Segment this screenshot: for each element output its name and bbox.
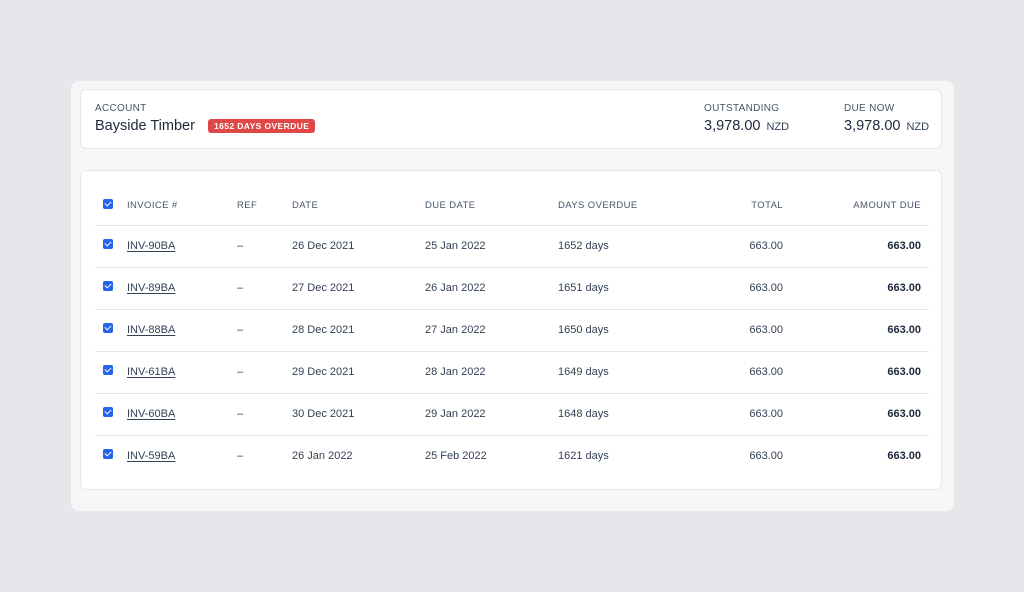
- ref-cell: –: [237, 240, 244, 252]
- table-row[interactable]: INV-90BA – 26 Dec 2021 25 Jan 2022 1652 …: [95, 226, 929, 268]
- invoice-link[interactable]: INV-61BA: [127, 366, 175, 378]
- days-overdue-cell: 1621 days: [558, 450, 609, 462]
- total-cell: 663.00: [749, 366, 783, 378]
- due-date-cell: 25 Jan 2022: [425, 240, 486, 252]
- days-overdue-cell: 1651 days: [558, 282, 609, 294]
- amount-due-cell: 663.00: [887, 450, 921, 462]
- due-date-cell: 26 Jan 2022: [425, 282, 486, 294]
- date-cell: 29 Dec 2021: [292, 366, 355, 378]
- date-cell: 27 Dec 2021: [292, 282, 355, 294]
- table-row[interactable]: INV-60BA – 30 Dec 2021 29 Jan 2022 1648 …: [95, 394, 929, 436]
- days-overdue-cell: 1652 days: [558, 240, 609, 252]
- invoice-link[interactable]: INV-60BA: [127, 408, 175, 420]
- due-now-label: DUE NOW: [844, 103, 895, 114]
- account-label: ACCOUNT: [95, 103, 147, 114]
- header-invoice[interactable]: INVOICE #: [127, 200, 178, 211]
- amount-due-cell: 663.00: [887, 366, 921, 378]
- invoice-panel: ACCOUNT Bayside Timber 1652 DAYS OVERDUE…: [71, 81, 954, 511]
- date-cell: 30 Dec 2021: [292, 408, 355, 420]
- table-row[interactable]: INV-59BA – 26 Jan 2022 25 Feb 2022 1621 …: [95, 436, 929, 478]
- due-date-cell: 25 Feb 2022: [425, 450, 487, 462]
- outstanding-label: OUTSTANDING: [704, 103, 780, 114]
- date-cell: 26 Dec 2021: [292, 240, 355, 252]
- amount-due-cell: 663.00: [887, 408, 921, 420]
- header-amount-due[interactable]: AMOUNT DUE: [853, 200, 921, 211]
- account-summary-card: ACCOUNT Bayside Timber 1652 DAYS OVERDUE…: [80, 89, 942, 149]
- invoice-link[interactable]: INV-88BA: [127, 324, 175, 336]
- date-cell: 28 Dec 2021: [292, 324, 355, 336]
- header-days-overdue[interactable]: DAYS OVERDUE: [558, 200, 638, 211]
- days-overdue-cell: 1650 days: [558, 324, 609, 336]
- due-now-value: 3,978.00: [844, 118, 901, 134]
- ref-cell: –: [237, 282, 244, 294]
- select-all-checkbox[interactable]: [103, 199, 113, 209]
- amount-due-cell: 663.00: [887, 324, 921, 336]
- table-row[interactable]: INV-89BA – 27 Dec 2021 26 Jan 2022 1651 …: [95, 268, 929, 310]
- row-checkbox[interactable]: [103, 281, 113, 291]
- row-checkbox[interactable]: [103, 365, 113, 375]
- due-date-cell: 29 Jan 2022: [425, 408, 486, 420]
- account-name: Bayside Timber: [95, 118, 195, 134]
- outstanding-amount: 3,978.00 NZD: [704, 118, 789, 134]
- due-date-cell: 27 Jan 2022: [425, 324, 486, 336]
- due-now-currency: NZD: [906, 121, 930, 133]
- ref-cell: –: [237, 366, 244, 378]
- invoice-link[interactable]: INV-59BA: [127, 450, 175, 462]
- date-cell: 26 Jan 2022: [292, 450, 353, 462]
- total-cell: 663.00: [749, 408, 783, 420]
- row-checkbox[interactable]: [103, 239, 113, 249]
- total-cell: 663.00: [749, 324, 783, 336]
- due-now-amount: 3,978.00 NZD: [844, 118, 929, 134]
- row-checkbox[interactable]: [103, 407, 113, 417]
- header-date[interactable]: DATE: [292, 200, 318, 211]
- outstanding-value: 3,978.00: [704, 118, 761, 134]
- total-cell: 663.00: [749, 450, 783, 462]
- table-row[interactable]: INV-61BA – 29 Dec 2021 28 Jan 2022 1649 …: [95, 352, 929, 394]
- amount-due-cell: 663.00: [887, 240, 921, 252]
- ref-cell: –: [237, 324, 244, 336]
- invoice-link[interactable]: INV-89BA: [127, 282, 175, 294]
- header-ref[interactable]: REF: [237, 200, 257, 211]
- row-checkbox[interactable]: [103, 323, 113, 333]
- header-total[interactable]: TOTAL: [751, 200, 783, 211]
- total-cell: 663.00: [749, 282, 783, 294]
- overdue-badge: 1652 DAYS OVERDUE: [208, 119, 316, 133]
- invoice-table: INVOICE # REF DATE DUE DATE DAYS OVERDUE…: [80, 170, 942, 490]
- header-due-date[interactable]: DUE DATE: [425, 200, 476, 211]
- table-row[interactable]: INV-88BA – 28 Dec 2021 27 Jan 2022 1650 …: [95, 310, 929, 352]
- days-overdue-cell: 1649 days: [558, 366, 609, 378]
- invoice-link[interactable]: INV-90BA: [127, 240, 175, 252]
- row-checkbox[interactable]: [103, 449, 113, 459]
- ref-cell: –: [237, 408, 244, 420]
- total-cell: 663.00: [749, 240, 783, 252]
- outstanding-currency: NZD: [766, 121, 790, 133]
- ref-cell: –: [237, 450, 244, 462]
- amount-due-cell: 663.00: [887, 282, 921, 294]
- days-overdue-cell: 1648 days: [558, 408, 609, 420]
- due-date-cell: 28 Jan 2022: [425, 366, 486, 378]
- table-header-row: INVOICE # REF DATE DUE DATE DAYS OVERDUE…: [95, 186, 929, 226]
